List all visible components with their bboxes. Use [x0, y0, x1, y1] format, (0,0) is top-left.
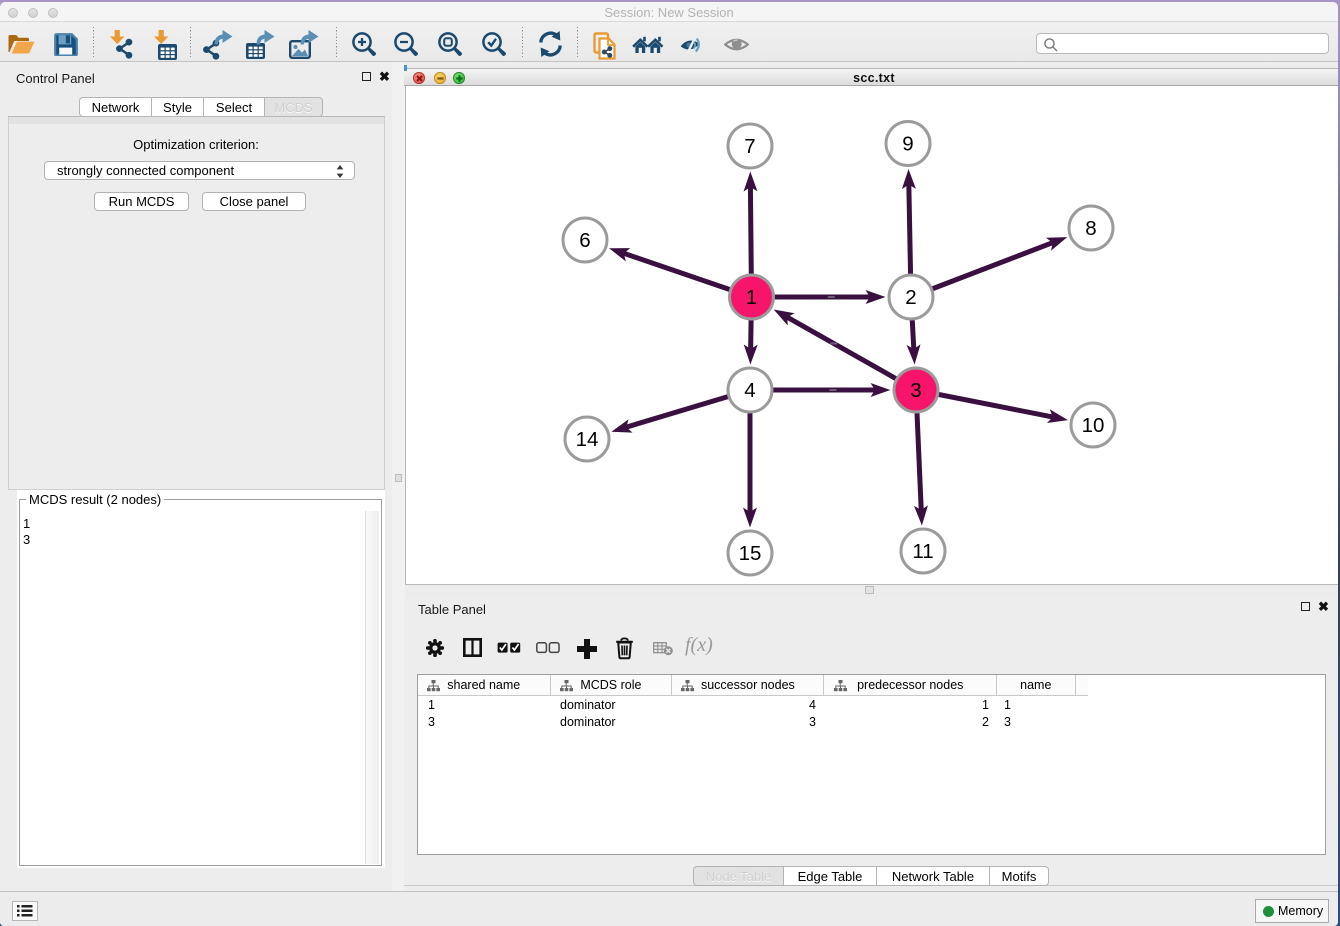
- svg-text:15: 15: [738, 542, 761, 565]
- svg-text:7: 7: [744, 135, 755, 158]
- svg-text:2: 2: [905, 286, 916, 309]
- svg-text:3: 3: [910, 379, 921, 402]
- svg-text:4: 4: [744, 379, 755, 402]
- svg-text:1: 1: [745, 286, 756, 309]
- svg-text:8: 8: [1085, 217, 1096, 240]
- svg-text:10: 10: [1081, 414, 1104, 437]
- svg-text:9: 9: [902, 133, 913, 156]
- svg-text:6: 6: [579, 229, 590, 252]
- svg-text:14: 14: [575, 428, 598, 451]
- svg-text:11: 11: [912, 540, 933, 563]
